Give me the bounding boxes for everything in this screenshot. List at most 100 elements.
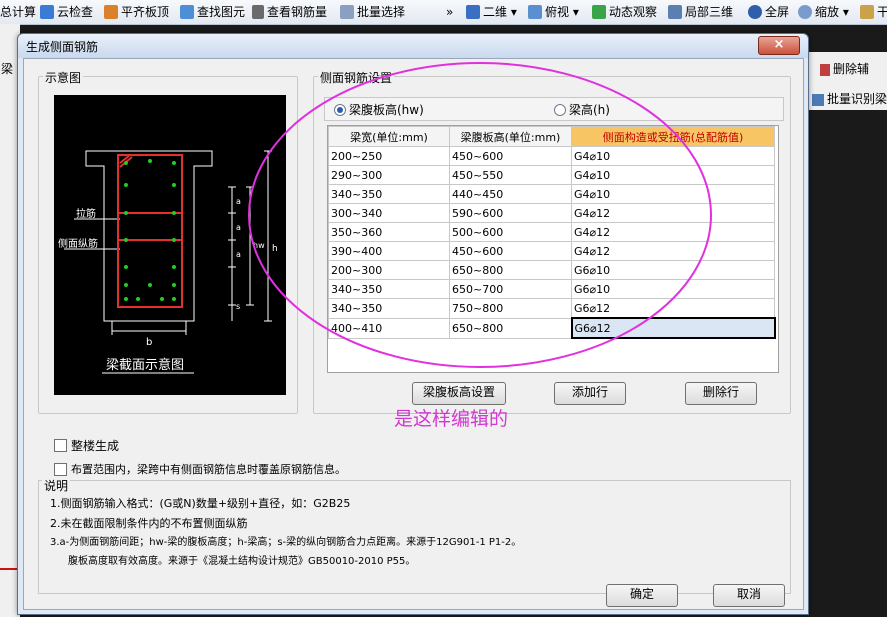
table-row[interactable]: 300~340 590~600 G4⌀12 <box>328 203 775 223</box>
radio-web-height-label: 梁腹板高(hw) <box>349 103 424 117</box>
delete-aux-button[interactable]: 删除辅 <box>820 60 869 77</box>
toolbar-pan-button[interactable]: 干 <box>860 3 887 21</box>
whole-building-checkbox-box[interactable] <box>54 439 67 452</box>
cell-beam-width[interactable]: 300~340 <box>328 203 450 223</box>
diagram-label-tie: 拉筋 <box>76 207 96 220</box>
cell-beam-width[interactable]: 340~350 <box>328 184 450 204</box>
cell-beam-width[interactable]: 200~300 <box>328 260 450 280</box>
table-row[interactable]: 290~300 450~550 G4⌀10 <box>328 165 775 185</box>
delete-row-button[interactable]: 删除行 <box>685 382 757 405</box>
diagram-label-side-bar: 侧面纵筋 <box>58 237 98 250</box>
add-row-button[interactable]: 添加行 <box>554 382 626 405</box>
toolbar-fullscreen-button[interactable]: 全屏 <box>748 3 789 21</box>
cell-web-height[interactable]: 750~800 <box>449 298 572 319</box>
cell-side-rebar[interactable]: G6⌀10 <box>571 279 775 299</box>
dialog-titlebar[interactable]: 生成侧面钢筋 × <box>18 34 808 58</box>
table-row[interactable]: 340~350 750~800 G6⌀12 <box>328 298 775 319</box>
beam-outline <box>85 150 213 322</box>
cell-side-rebar[interactable]: G4⌀10 <box>571 184 775 204</box>
table-row[interactable]: 390~400 450~600 G4⌀12 <box>328 241 775 261</box>
toolbar-rebar-qty-button[interactable]: 查看钢筋量 <box>252 3 327 21</box>
cell-beam-width[interactable]: 200~250 <box>328 146 450 166</box>
cell-side-rebar[interactable]: G6⌀10 <box>571 260 775 280</box>
toolbar-cloud-check-button[interactable]: 云检查 <box>40 3 93 21</box>
toolbar-orbit-button[interactable]: 动态观察 <box>592 3 657 21</box>
table-header-row: 梁宽(单位:mm) 梁腹板高(单位:mm) 侧面构造或受扭筋(总配筋值) <box>328 126 775 147</box>
cell-web-height[interactable]: 500~600 <box>449 222 572 242</box>
diagram-label-a-1: a <box>236 197 241 206</box>
rebar-grid: 梁宽(单位:mm) 梁腹板高(单位:mm) 侧面构造或受扭筋(总配筋值) 200… <box>328 126 776 357</box>
table-row[interactable]: 400~410 650~800 G6⌀12 <box>328 317 776 339</box>
radio-web-height[interactable]: 梁腹板高(hw) <box>334 101 424 118</box>
dialog-body: 示意图 拉筋 侧面纵筋 b a a a hw h s 梁截面示意图 侧面钢筋设置… <box>23 58 804 610</box>
cancel-button[interactable]: 取消 <box>713 584 785 607</box>
cell-web-height[interactable]: 450~550 <box>449 165 572 185</box>
diagram-label-s: s <box>236 302 240 311</box>
top-view-icon <box>528 4 542 19</box>
cell-side-rebar[interactable]: G6⌀12 <box>571 298 775 319</box>
rebar-qty-icon <box>252 4 264 19</box>
overwrite-checkbox[interactable]: 布置范围内，梁跨中有侧面钢筋信息时覆盖原钢筋信息。 <box>54 461 346 477</box>
ok-button[interactable]: 确定 <box>606 584 678 607</box>
cell-web-height[interactable]: 590~600 <box>449 203 572 223</box>
beam-section-diagram: 拉筋 侧面纵筋 b a a a hw h s 梁截面示意图 <box>54 95 286 395</box>
cell-web-height[interactable]: 650~800 <box>449 317 572 339</box>
toolbar-2d-dropdown[interactable]: 二维 ▾ <box>466 3 517 21</box>
delete-aux-icon <box>820 63 830 76</box>
toolbar-calc-button[interactable]: 总计算 <box>0 3 36 21</box>
toolbar-zoom-dropdown[interactable]: 缩放 ▾ <box>798 3 849 21</box>
table-empty-row <box>329 338 775 357</box>
toolbar-local-3d-button[interactable]: 局部三维 <box>668 3 733 21</box>
column-header-side-rebar[interactable]: 侧面构造或受扭筋(总配筋值) <box>571 126 775 147</box>
radio-beam-height[interactable]: 梁高(h) <box>554 101 610 118</box>
settings-group-title: 侧面钢筋设置 <box>318 69 395 86</box>
close-button[interactable]: × <box>758 36 800 55</box>
column-header-web-height[interactable]: 梁腹板高(单位:mm) <box>449 126 572 147</box>
empty-cell <box>450 338 572 357</box>
toolbar-more-icon[interactable]: » <box>446 3 453 21</box>
column-header-beam-width[interactable]: 梁宽(单位:mm) <box>328 126 450 147</box>
cell-side-rebar[interactable]: G4⌀10 <box>571 165 775 185</box>
align-slab-icon <box>104 4 118 19</box>
table-row[interactable]: 200~250 450~600 G4⌀10 <box>328 146 775 166</box>
empty-cell <box>329 338 450 357</box>
main-toolbar: 总计算 云检查 平齐板顶 查找图元 查看钢筋量 批量选择 » 二维 ▾ 俯视 ▾… <box>0 0 887 25</box>
table-row[interactable]: 340~350 650~700 G6⌀10 <box>328 279 775 299</box>
cell-beam-width[interactable]: 340~350 <box>328 279 450 299</box>
toolbar-top-view-dropdown[interactable]: 俯视 ▾ <box>528 3 579 21</box>
cell-beam-width[interactable]: 290~300 <box>328 165 450 185</box>
cell-web-height[interactable]: 440~450 <box>449 184 572 204</box>
fullscreen-icon <box>748 4 762 19</box>
table-row[interactable]: 200~300 650~800 G6⌀10 <box>328 260 775 280</box>
cell-beam-width[interactable]: 400~410 <box>328 317 450 339</box>
radio-web-height-indicator[interactable] <box>334 103 346 116</box>
cell-side-rebar[interactable]: G4⌀12 <box>571 222 775 242</box>
cell-beam-width[interactable]: 390~400 <box>328 241 450 261</box>
cell-beam-width[interactable]: 350~360 <box>328 222 450 242</box>
toolbar-batch-select-button[interactable]: 批量选择 <box>340 3 405 21</box>
toolbar-find-element-button[interactable]: 查找图元 <box>180 3 245 21</box>
cell-side-rebar[interactable]: G4⌀10 <box>571 146 775 166</box>
cell-web-height[interactable]: 650~700 <box>449 279 572 299</box>
toolbar-align-slab-button[interactable]: 平齐板顶 <box>104 3 169 21</box>
dialog-title: 生成侧面钢筋 <box>26 40 99 54</box>
overwrite-checkbox-box[interactable] <box>54 462 67 476</box>
whole-building-checkbox[interactable]: 整楼生成 <box>54 437 119 454</box>
cell-side-rebar[interactable]: G4⌀12 <box>571 241 775 261</box>
web-height-settings-button[interactable]: 梁腹板高设置 <box>412 382 506 405</box>
notes-title: 说明 <box>42 477 71 494</box>
radio-beam-height-label: 梁高(h) <box>569 103 610 117</box>
table-row[interactable]: 350~360 500~600 G4⌀12 <box>328 222 775 242</box>
cell-web-height[interactable]: 650~800 <box>449 260 572 280</box>
cell-side-rebar[interactable]: G6⌀12 <box>570 317 776 339</box>
diagram-label-hw: hw <box>253 241 265 250</box>
cell-web-height[interactable]: 450~600 <box>449 241 572 261</box>
rebar-settings-table: 梁宽(单位:mm) 梁腹板高(单位:mm) 侧面构造或受扭筋(总配筋值) 200… <box>327 125 779 373</box>
table-row[interactable]: 340~350 440~450 G4⌀10 <box>328 184 775 204</box>
cell-beam-width[interactable]: 340~350 <box>328 298 450 319</box>
cell-web-height[interactable]: 450~600 <box>449 146 572 166</box>
batch-identify-beam-button[interactable]: 批量识别梁 <box>812 90 887 107</box>
radio-beam-height-indicator[interactable] <box>554 103 566 116</box>
cell-side-rebar[interactable]: G4⌀12 <box>571 203 775 223</box>
whole-building-label: 整楼生成 <box>71 439 120 453</box>
